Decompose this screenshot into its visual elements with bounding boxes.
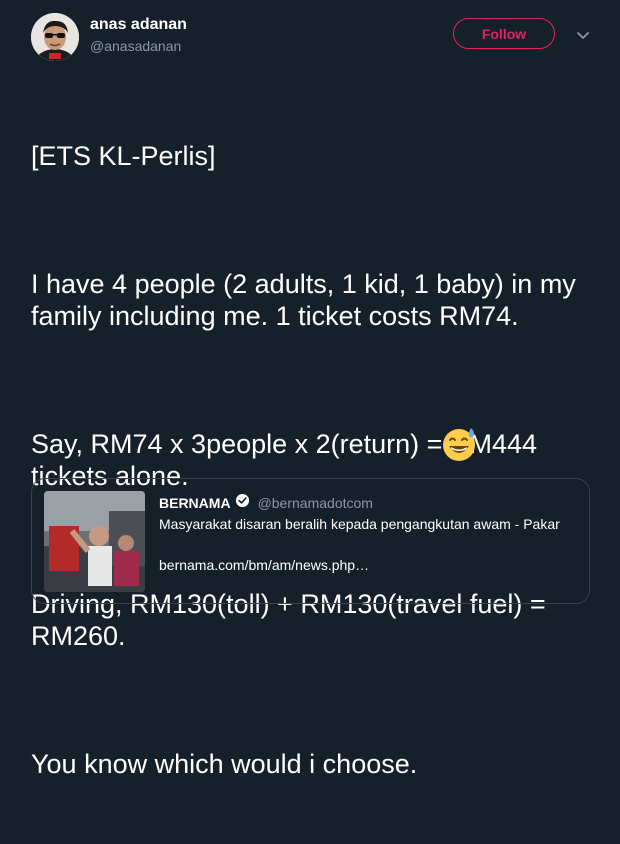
- follow-button[interactable]: Follow: [453, 18, 555, 49]
- quoted-author: BERNAMA @bernamadotcom: [159, 493, 373, 512]
- quoted-name: BERNAMA: [159, 494, 231, 512]
- quoted-link-card[interactable]: BERNAMA @bernamadotcom Masyarakat disara…: [31, 478, 590, 604]
- quoted-handle: @bernamadotcom: [258, 494, 373, 512]
- tweet-paragraph: I have 4 people (2 adults, 1 kid, 1 baby…: [31, 268, 601, 332]
- quoted-title: Masyarakat disaran beralih kepada pengan…: [159, 515, 579, 533]
- avatar[interactable]: [31, 13, 79, 61]
- verified-badge-icon: [235, 493, 250, 512]
- quoted-link[interactable]: bernama.com/bm/am/news.php…: [159, 556, 369, 574]
- grinning-sweat-emoji-icon: [440, 425, 478, 463]
- tweet-paragraph: [ETS KL-Perlis]: [31, 140, 601, 172]
- chevron-down-icon[interactable]: [575, 29, 591, 41]
- tweet-paragraph: You know which would i choose.: [31, 748, 601, 780]
- user-handle[interactable]: @anasadanan: [90, 37, 181, 55]
- display-name[interactable]: anas adanan: [90, 15, 187, 35]
- tweet-text: [ETS KL-Perlis] I have 4 people (2 adult…: [31, 76, 601, 844]
- news-thumbnail[interactable]: [44, 491, 145, 592]
